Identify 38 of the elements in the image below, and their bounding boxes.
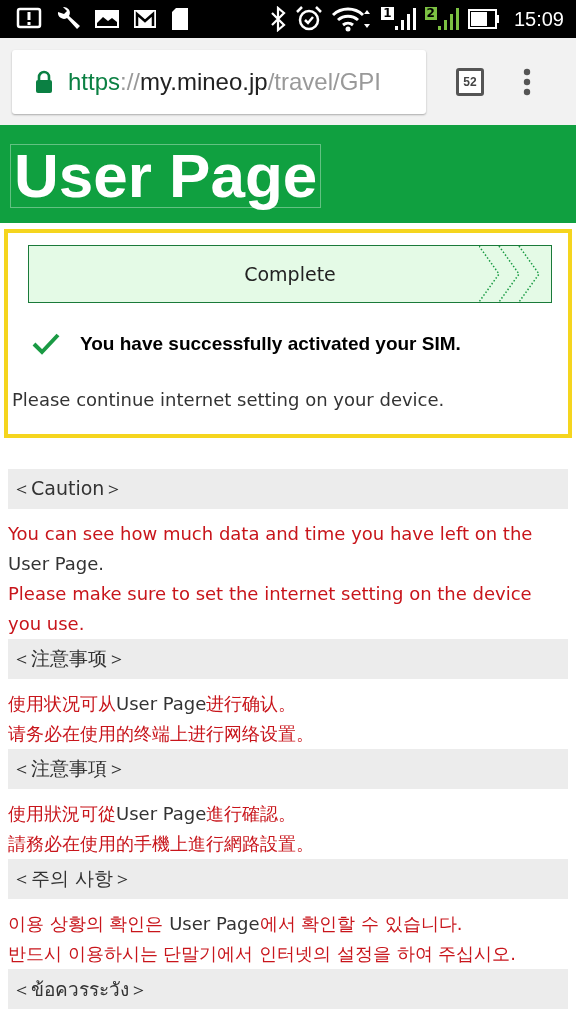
sim-label: 2 bbox=[424, 7, 437, 20]
clock: 15:09 bbox=[513, 7, 564, 31]
notice-text: 반드시 이용하시는 단말기에서 인터넷의 설정을 하여 주십시오. bbox=[8, 942, 518, 966]
alert-icon bbox=[16, 7, 42, 31]
notice-text: Please make sure to set the internet setting on the device bbox=[8, 582, 533, 606]
section-heading: ＜注意事项＞ bbox=[8, 639, 568, 679]
section-heading: ＜Caution＞ bbox=[8, 469, 568, 509]
step-label: Complete bbox=[244, 263, 336, 285]
address-bar[interactable]: https://my.mineo.jp/travel/GPI bbox=[12, 49, 426, 114]
notice-text: 使用狀況可從User Page進行確認。 bbox=[8, 802, 298, 826]
section-heading: ＜注意事項＞ bbox=[8, 749, 568, 789]
mail-icon bbox=[133, 9, 157, 29]
notice-text: 请务必在使用的终端上进行网络设置。 bbox=[8, 722, 315, 746]
site-logo: User Page bbox=[10, 143, 322, 208]
notice-text: User Page. bbox=[8, 552, 106, 576]
notice-text: 請務必在使用的手機上進行網路設置。 bbox=[8, 832, 315, 856]
menu-icon[interactable] bbox=[522, 67, 532, 96]
notice-text: you use. bbox=[8, 612, 86, 636]
alarm-icon bbox=[295, 5, 324, 33]
success-message: You have successfully activated your SIM. bbox=[80, 333, 461, 355]
sd-card-icon bbox=[170, 7, 190, 31]
section-heading: ＜ข้อควรระวัง＞ bbox=[8, 969, 568, 1009]
battery-icon bbox=[467, 9, 500, 29]
signal-icon bbox=[394, 7, 417, 31]
check-icon bbox=[32, 333, 60, 355]
chevrons-icon bbox=[479, 246, 541, 302]
sim-label: 1 bbox=[381, 7, 394, 20]
notice-text: 使用状况可从User Page进行确认。 bbox=[8, 692, 298, 716]
wrench-icon bbox=[55, 6, 81, 32]
notice-text: You can see how much data and time you have left on the bbox=[8, 522, 534, 546]
image-icon bbox=[94, 8, 120, 30]
notice-text: 이용 상황의 확인은 User Page에서 확인할 수 있습니다. bbox=[8, 912, 464, 936]
section-heading: ＜주의 사항＞ bbox=[8, 859, 568, 899]
bluetooth-icon bbox=[269, 6, 288, 32]
instruction-text: Please continue internet setting on your device. bbox=[12, 389, 446, 410]
tab-count-button[interactable]: 52 bbox=[456, 67, 484, 96]
signal-icon bbox=[437, 7, 460, 31]
lock-icon bbox=[34, 69, 54, 94]
